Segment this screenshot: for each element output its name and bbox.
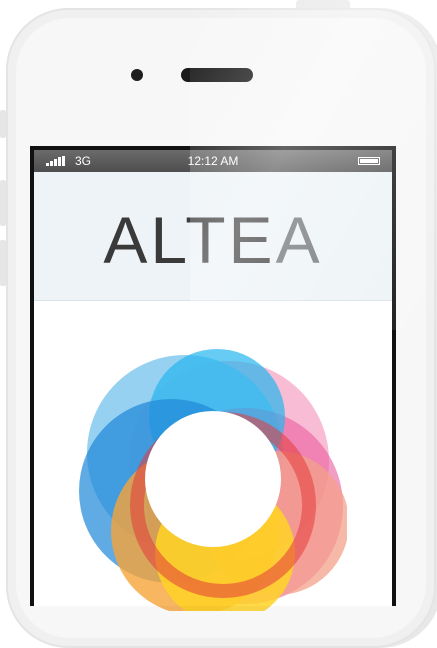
status-time: 12:12 AM <box>187 154 239 168</box>
app-header: ALTEA <box>34 172 392 301</box>
logo-text-main: ALTE <box>103 203 276 277</box>
app-logo-text: ALTEA <box>34 202 392 278</box>
status-bar: 3G 12:12 AM <box>34 150 392 172</box>
phone-screen: 3G 12:12 AM ALTEA <box>30 146 396 611</box>
earpiece-speaker <box>181 68 253 82</box>
app-body <box>34 301 392 611</box>
front-camera <box>131 69 143 81</box>
rainbow-ring-logo <box>79 349 347 611</box>
battery-icon <box>358 157 380 165</box>
power-button <box>296 0 350 8</box>
logo-text-last: A <box>275 203 323 277</box>
